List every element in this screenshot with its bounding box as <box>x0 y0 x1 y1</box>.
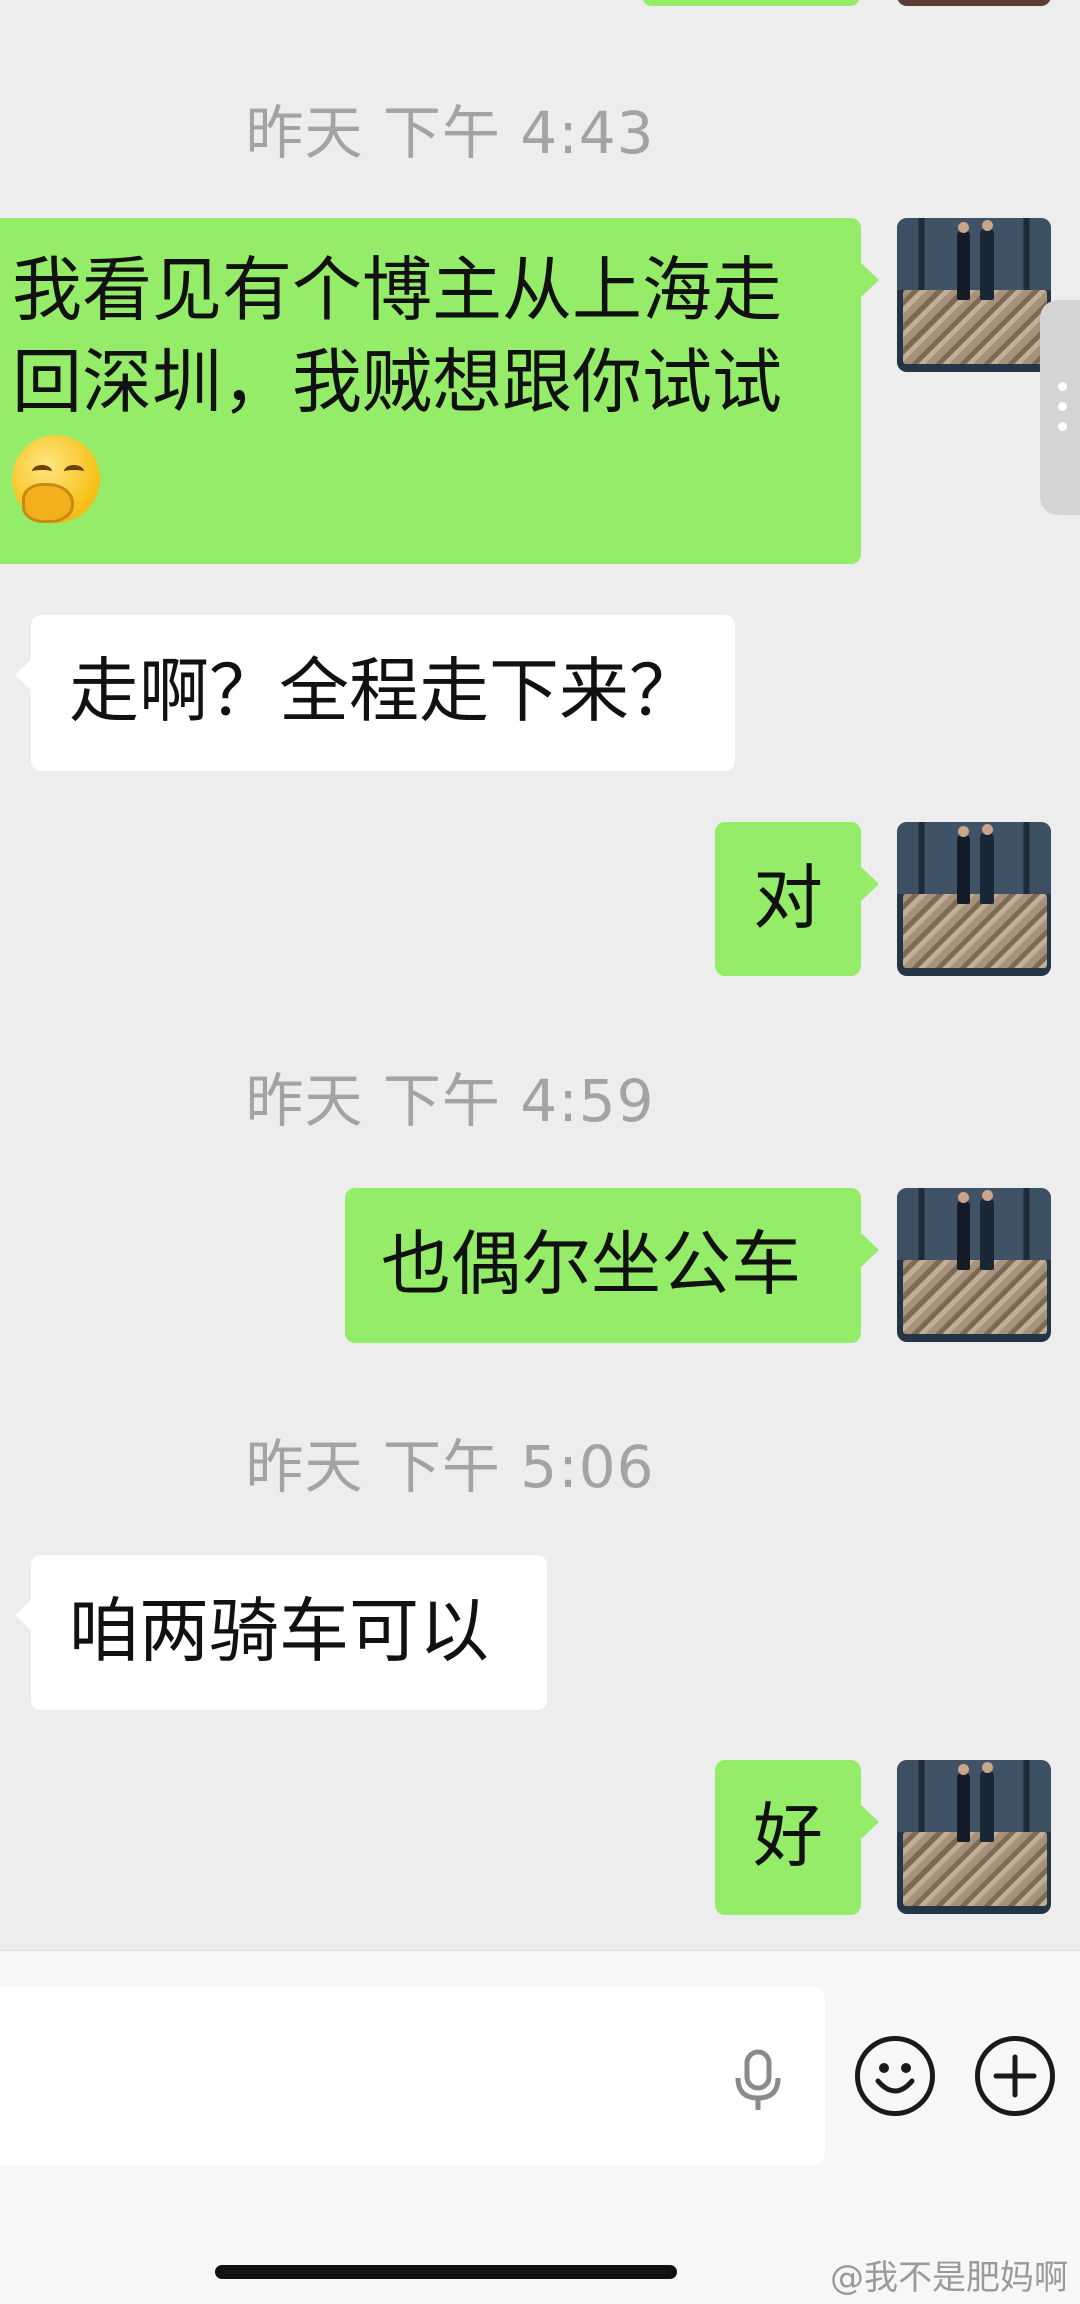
scroll-handle[interactable] <box>1040 300 1080 515</box>
message-text: 也偶尔坐公车 <box>381 1223 801 1305</box>
my-avatar[interactable] <box>897 218 1051 372</box>
message-input[interactable] <box>0 1987 825 2165</box>
message-text: 对 <box>753 857 823 939</box>
message-text-line: 回深圳，我贼想跟你试试 <box>12 341 782 423</box>
timestamp: 昨天 下午 4:59 <box>245 1067 655 1135</box>
message-text: 走啊？全程走下来？ <box>69 650 699 732</box>
previous-message-bubble-partial <box>642 0 860 6</box>
message-bubble-sent[interactable]: 我看见有个博主从上海走 回深圳，我贼想跟你试试 <box>0 218 879 564</box>
microphone-icon[interactable] <box>730 2048 786 2112</box>
message-bubble-sent[interactable]: 对 <box>715 822 879 976</box>
timestamp: 昨天 下午 4:43 <box>245 99 655 167</box>
watermark: @我不是肥妈啊 <box>830 2258 1068 2298</box>
thinking-face-emoji-icon <box>12 434 100 523</box>
message-text: 咱两骑车可以 <box>69 1590 489 1672</box>
message-bubble-received[interactable]: 咱两骑车可以 <box>15 1555 547 1710</box>
message-bubble-sent[interactable]: 好 <box>715 1760 879 1915</box>
message-text-line: 我看见有个博主从上海走 <box>12 249 782 331</box>
plus-icon[interactable] <box>975 2036 1055 2116</box>
home-indicator[interactable] <box>215 2265 677 2279</box>
my-avatar[interactable] <box>897 1760 1051 1914</box>
message-text: 好 <box>753 1795 823 1877</box>
my-avatar-partial <box>897 0 1051 6</box>
message-bubble-received[interactable]: 走啊？全程走下来？ <box>15 615 735 771</box>
smiley-icon[interactable] <box>855 2036 935 2116</box>
timestamp: 昨天 下午 5:06 <box>245 1433 655 1501</box>
my-avatar[interactable] <box>897 822 1051 976</box>
message-bubble-sent[interactable]: 也偶尔坐公车 <box>345 1188 879 1343</box>
my-avatar[interactable] <box>897 1188 1051 1342</box>
